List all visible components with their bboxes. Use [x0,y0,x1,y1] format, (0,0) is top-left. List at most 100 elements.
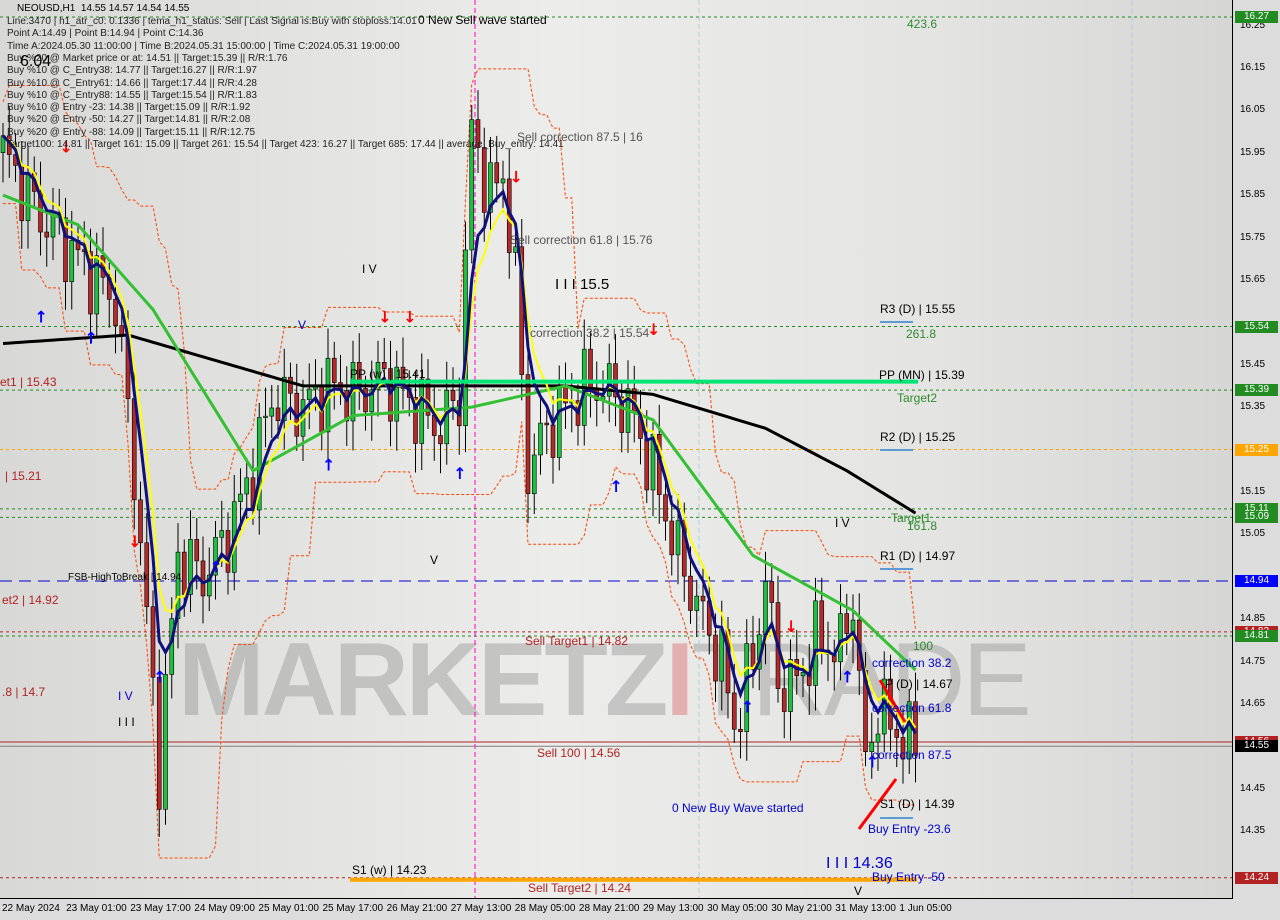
symbol-label: NEOUSD,H1 [17,3,76,14]
candle-body [838,613,843,663]
chart-annotation: Buy Entry -23.6 [868,822,951,836]
chart-title: NEOUSD,H1 14.55 14.57 14.54 14.55 [17,3,189,14]
price-tag: 14.55 [1235,740,1278,753]
candle-body [550,424,556,458]
time-tick-label: 26 May 21:00 [386,903,448,914]
candle-body [269,407,275,417]
buy-arrow-icon: ↑ [35,307,48,326]
buy-arrow-icon: ↑ [322,456,335,475]
chart-annotation: Sell Target2 | 14.24 [528,881,631,895]
chart-annotation: 0 New Sell wave started [418,13,547,27]
candle-body [694,595,700,611]
chart-annotation: 6.04 [20,53,52,70]
chart-annotation: PP (w) | 15.41 [350,367,426,381]
chart-annotation: 161.8 [907,519,938,533]
candle-body [513,246,518,253]
candle-body [688,575,693,611]
candle-body [113,298,118,326]
candle-body [538,422,543,456]
candle-body [494,162,500,184]
candle-body [194,539,200,562]
time-tick-label: 30 May 05:00 [707,903,768,914]
chart-annotation: R3 (D) | 15.55 [880,302,956,316]
chart-annotation: et1 | 15.43 [0,375,57,389]
price-tag: 15.54 [1235,320,1278,333]
price-tick-label: 14.65 [1240,697,1266,709]
chart-annotation: V [854,884,863,898]
candle-body [675,520,681,556]
price-tick-label: 15.75 [1240,231,1266,243]
info-line: Buy %20 @ Entry -88: 14.09 || Target:15.… [7,126,256,138]
price-tag: 14.81 [1235,630,1278,643]
price-tick-label: 16.05 [1240,104,1266,116]
chart-annotation: correction 87.5 [872,748,952,762]
chart-annotation: PP (MN) | 15.39 [879,368,965,382]
time-axis[interactable]: 22 May 2024 23 May 01:00 23 May 17:00 24 Ma… [0,899,1232,920]
price-tick-label: 14.45 [1240,782,1266,794]
price-tick-label: 15.05 [1240,528,1266,540]
candle-body [50,214,56,238]
candle-body [238,493,243,502]
time-tick-label: 27 May 13:00 [450,903,512,914]
chart-annotation: Sell correction 87.5 | 16 [517,130,643,144]
price-tick-label: 14.75 [1240,655,1266,667]
chart-annotation: FSB-HighToBreak | 14.94 [68,572,182,583]
info-line: Buy %10 @ C_Entry88: 14.55 || Target:15.… [7,89,257,101]
candle-body [438,435,443,445]
price-axis[interactable]: 16.25 16.15 16.05 15.95 15.85 15.75 15.65 15.45… [1233,0,1280,898]
candle-body [150,606,156,678]
buy-arrow-icon: ↑ [453,464,466,483]
candle-body [781,688,787,712]
buy-arrow-icon: ↑ [210,557,223,576]
candle-body [713,634,718,682]
price-tag: 16.27 [1235,11,1278,24]
time-tick-label: 1 Jun 05:00 [899,903,952,914]
price-tick-label: 15.85 [1240,189,1266,201]
chart-annotation: correction 38.2 [872,656,952,670]
chart-annotation: I I I 14.36 [826,855,893,872]
sell-arrow-icon: ↓ [128,532,141,551]
chart-annotation: 423.6 [907,17,938,31]
time-tick-label: 28 May 21:00 [578,903,640,914]
chart-annotation: Sell correction 61.8 | 15.76 [510,233,653,247]
chart-annotation: 0 New Buy Wave started [672,801,804,815]
price-tick-label: 15.65 [1240,273,1266,285]
info-line: Target100: 14.81 || Target 161: 15.09 ||… [7,139,564,150]
candle-body [450,389,456,401]
time-tick-label: 25 May 01:00 [258,903,319,914]
candle-body [744,643,750,733]
info-line: Buy %10 @ Entry -23: 14.38 || Target:15.… [7,102,251,114]
chart-annotation: I I I [118,715,135,729]
sell-arrow-icon: ↓ [785,617,798,636]
candle-body [644,438,650,491]
candle-body [200,560,206,597]
chart-plot-area[interactable]: MARKETZITRADE ↑ ↑ ↓ ↓ ↑ ↑ ↑ ↓ ↓ ↑ ↓ ↓ ↑ ↓ ↑ ↑ ↑ NEOUSD,H… [0,0,1233,899]
price-tick-label: 15.45 [1240,358,1266,370]
candle-body [481,147,487,213]
price-tick-label: 14.85 [1240,613,1266,625]
chart-annotation: R1 (D) | 14.97 [880,549,956,563]
info-line: Buy %20 @ Entry -50: 14.27 || Target:14.… [7,114,251,126]
info-line: Time A:2024.05.30 11:00:00 | Time B:2024… [7,40,400,52]
chart-annotation: Sell Target1 | 14.82 [525,634,628,648]
time-tick-label: 25 May 17:00 [322,903,384,914]
candle-body [44,231,50,238]
price-tag: 15.09 [1235,511,1278,524]
candle-body [769,581,775,603]
candle-body [738,728,743,733]
chart-annotation: V [430,553,439,567]
time-tick-label: 30 May 21:00 [771,903,832,914]
chart-annotation: P (D) | 14.67 [885,677,953,691]
info-line: Line:3470 | h1_atr_c0: 0.1336 | tema_h1_… [7,16,417,27]
candle-body [288,376,293,394]
time-tick-label: 29 May 13:00 [643,903,704,914]
candle-body [25,172,31,222]
buy-arrow-icon: ↑ [610,477,623,496]
price-tick-label: 15.15 [1240,485,1266,497]
chart-annotation: Buy Entry -50 [872,870,945,884]
time-tick-label: 28 May 05:00 [514,903,576,914]
chart-annotation: .8 | 14.7 [2,685,46,699]
chart-annotation: Sell 100 | 14.56 [537,746,621,760]
price-tick-label: 15.95 [1240,146,1266,158]
chart-annotation: Target2 [897,391,938,405]
